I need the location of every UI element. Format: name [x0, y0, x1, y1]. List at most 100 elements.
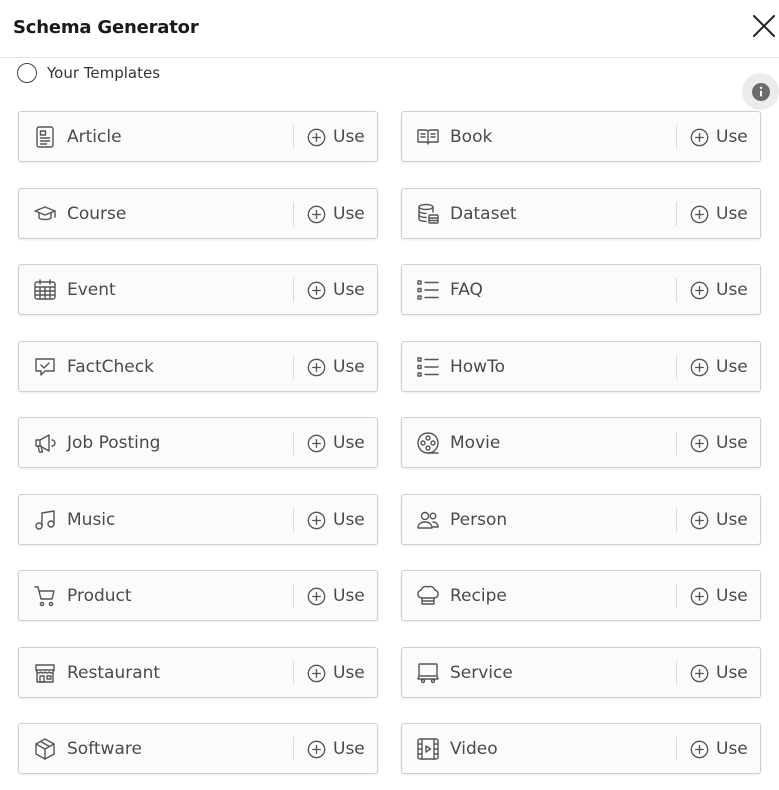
info-icon [751, 82, 770, 101]
plus-circle-icon [307, 358, 326, 376]
schema-card-job-posting: Job Posting Use [18, 417, 378, 468]
schema-card-faq: FAQ Use [401, 264, 761, 315]
use-label: Use [716, 433, 748, 453]
people-icon [417, 511, 439, 529]
plus-circle-icon [307, 128, 326, 146]
plus-circle-icon [690, 128, 709, 146]
message-check-icon [35, 358, 55, 376]
plus-circle-icon [690, 740, 709, 758]
service-icon [417, 663, 439, 684]
chef-hat-icon [417, 585, 439, 605]
use-button-restaurant[interactable]: Use [307, 661, 365, 685]
use-label: Use [333, 586, 365, 606]
list-icon [417, 357, 439, 377]
divider [293, 508, 294, 532]
use-label: Use [333, 127, 365, 147]
use-label: Use [716, 127, 748, 147]
use-label: Use [716, 357, 748, 377]
use-label: Use [716, 663, 748, 683]
schema-label: HowTo [450, 357, 505, 377]
article-icon [36, 126, 54, 148]
divider [676, 278, 677, 302]
schema-card-product: Product Use [18, 570, 378, 621]
schema-card-event: Event Use [18, 264, 378, 315]
plus-circle-icon [690, 358, 709, 376]
schema-card-article: Article Use [18, 111, 378, 162]
divider [676, 584, 677, 608]
divider [293, 737, 294, 761]
divider [676, 661, 677, 685]
schema-card-restaurant: Restaurant Use [18, 647, 378, 698]
schema-card-video: Video Use [401, 723, 761, 774]
schema-label: Music [67, 510, 116, 530]
use-button-recipe[interactable]: Use [690, 584, 748, 608]
database-icon [418, 203, 439, 224]
use-button-faq[interactable]: Use [690, 278, 748, 302]
use-label: Use [333, 280, 365, 300]
schema-label: FAQ [450, 280, 483, 300]
divider [293, 355, 294, 379]
use-button-person[interactable]: Use [690, 508, 748, 532]
film-reel-icon [417, 432, 439, 454]
use-label: Use [716, 280, 748, 300]
schema-card-factcheck: FactCheck Use [18, 341, 378, 392]
use-button-video[interactable]: Use [690, 737, 748, 761]
use-button-article[interactable]: Use [307, 125, 365, 149]
use-label: Use [333, 357, 365, 377]
megaphone-icon [35, 434, 56, 453]
schema-label: Person [450, 510, 508, 530]
use-button-software[interactable]: Use [307, 737, 365, 761]
use-label: Use [333, 739, 365, 759]
book-icon [417, 129, 439, 145]
use-button-factcheck[interactable]: Use [307, 355, 365, 379]
use-button-product[interactable]: Use [307, 584, 365, 608]
dialog-title: Schema Generator [13, 17, 199, 38]
your-templates-option[interactable]: Your Templates [17, 62, 160, 84]
divider [676, 431, 677, 455]
close-icon[interactable] [748, 10, 779, 42]
use-button-movie[interactable]: Use [690, 431, 748, 455]
graduation-cap-icon [34, 206, 56, 221]
close-button[interactable] [748, 10, 779, 42]
use-button-course[interactable]: Use [307, 202, 365, 226]
use-button-job-posting[interactable]: Use [307, 431, 365, 455]
use-label: Use [333, 433, 365, 453]
use-label: Use [716, 586, 748, 606]
use-button-howto[interactable]: Use [690, 355, 748, 379]
your-templates-radio[interactable] [17, 63, 37, 83]
divider [676, 355, 677, 379]
plus-circle-icon [690, 664, 709, 682]
schema-label: Movie [450, 433, 501, 453]
divider [293, 431, 294, 455]
schema-card-service: Service Use [401, 647, 761, 698]
divider [293, 278, 294, 302]
schema-label: Book [450, 127, 493, 147]
plus-circle-icon [307, 205, 326, 223]
schema-label: Job Posting [67, 433, 161, 453]
plus-circle-icon [307, 740, 326, 758]
list-icon [417, 280, 439, 300]
use-button-dataset[interactable]: Use [690, 202, 748, 226]
divider [293, 661, 294, 685]
schema-card-course: Course Use [18, 188, 378, 239]
divider [293, 202, 294, 226]
schema-label: Restaurant [67, 663, 161, 683]
schema-label: Recipe [450, 586, 507, 606]
schema-label: Dataset [450, 204, 517, 224]
dialog-header: Schema Generator [0, 0, 779, 58]
use-button-service[interactable]: Use [690, 661, 748, 685]
video-icon [417, 738, 439, 760]
divider [676, 737, 677, 761]
info-button[interactable] [742, 73, 779, 110]
schema-card-dataset: Dataset Use [401, 188, 761, 239]
plus-circle-icon [690, 587, 709, 605]
plus-circle-icon [307, 511, 326, 529]
use-button-book[interactable]: Use [690, 125, 748, 149]
music-note-icon [35, 510, 55, 530]
schema-label: Course [67, 204, 127, 224]
use-label: Use [716, 510, 748, 530]
use-label: Use [333, 204, 365, 224]
use-button-music[interactable]: Use [307, 508, 365, 532]
schema-card-music: Music Use [18, 494, 378, 545]
use-button-event[interactable]: Use [307, 278, 365, 302]
